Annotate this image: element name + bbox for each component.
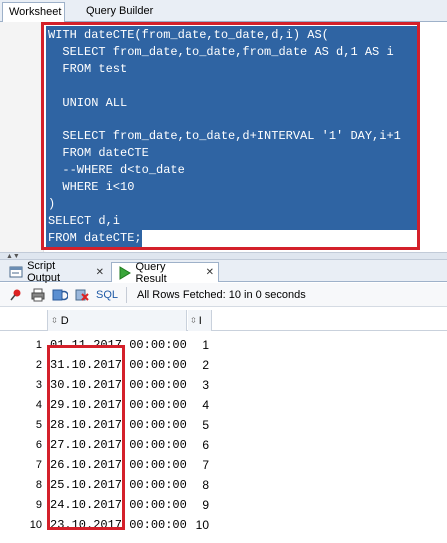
column-header-d-label: D bbox=[60, 314, 69, 327]
row-number[interactable]: 8 bbox=[0, 475, 44, 495]
result-toolbar: SQL All Rows Fetched: 10 in 0 seconds bbox=[0, 283, 447, 307]
cell-i[interactable]: 1 bbox=[190, 335, 209, 355]
cell-i[interactable]: 2 bbox=[190, 355, 209, 375]
editor-gutter bbox=[0, 22, 44, 252]
row-number[interactable]: 10 bbox=[0, 515, 44, 535]
cell-i[interactable]: 4 bbox=[190, 395, 209, 415]
output-tab-bar: Script Output ✕ Query Result ✕ bbox=[0, 260, 447, 285]
column-header-d[interactable]: ⇳ D bbox=[47, 310, 187, 331]
grid-header: ⇳ D ⇳ I bbox=[0, 310, 447, 331]
tab-query-builder[interactable]: Query Builder bbox=[80, 2, 159, 22]
cell-i[interactable]: 8 bbox=[190, 475, 209, 495]
cell-i[interactable]: 5 bbox=[190, 415, 209, 435]
column-header-i-label: I bbox=[198, 314, 202, 327]
column-header-i[interactable]: ⇳ I bbox=[188, 310, 212, 331]
run-icon bbox=[116, 265, 131, 281]
tab-worksheet[interactable]: Worksheet bbox=[2, 2, 65, 22]
cell-i[interactable]: 6 bbox=[190, 435, 209, 455]
cell-i[interactable]: 9 bbox=[190, 495, 209, 515]
row-number[interactable]: 4 bbox=[0, 395, 44, 415]
tab-script-output-label: Script Output bbox=[27, 260, 61, 284]
cell-i[interactable]: 3 bbox=[190, 375, 209, 395]
print-icon[interactable] bbox=[30, 287, 46, 303]
cell-i[interactable]: 10 bbox=[190, 515, 209, 535]
panel-splitter[interactable]: ▲▼ bbox=[0, 252, 447, 260]
row-number[interactable]: 5 bbox=[0, 415, 44, 435]
collapse-arrow-icon[interactable]: ▲▼ bbox=[6, 253, 20, 260]
tab-query-result[interactable]: Query Result ✕ bbox=[111, 260, 219, 285]
fetch-status: All Rows Fetched: 10 in 0 seconds bbox=[137, 288, 306, 301]
close-icon[interactable]: ✕ bbox=[206, 267, 214, 278]
toolbar-divider bbox=[126, 286, 128, 303]
script-output-icon bbox=[8, 264, 23, 280]
sort-icon: ⇳ bbox=[51, 316, 58, 325]
refresh-icon[interactable] bbox=[52, 287, 68, 303]
close-icon[interactable]: ✕ bbox=[96, 267, 104, 278]
row-number[interactable]: 9 bbox=[0, 495, 44, 515]
row-number[interactable]: 3 bbox=[0, 375, 44, 395]
row-number[interactable]: 7 bbox=[0, 455, 44, 475]
highlight-box-editor bbox=[41, 22, 420, 250]
pin-icon[interactable] bbox=[8, 287, 24, 303]
sort-icon: ⇳ bbox=[190, 316, 197, 325]
cell-i[interactable]: 7 bbox=[190, 455, 209, 475]
row-number[interactable]: 1 bbox=[0, 335, 44, 355]
worksheet-tab-bar: Worksheet Query Builder bbox=[0, 0, 447, 22]
tab-query-result-label: Query Result bbox=[135, 260, 167, 285]
cancel-query-icon[interactable] bbox=[74, 287, 90, 303]
tab-script-output[interactable]: Script Output ✕ bbox=[4, 260, 108, 284]
row-number[interactable]: 2 bbox=[0, 355, 44, 375]
sql-button[interactable]: SQL bbox=[96, 289, 118, 301]
row-number[interactable]: 6 bbox=[0, 435, 44, 455]
highlight-box-dates bbox=[47, 345, 125, 530]
